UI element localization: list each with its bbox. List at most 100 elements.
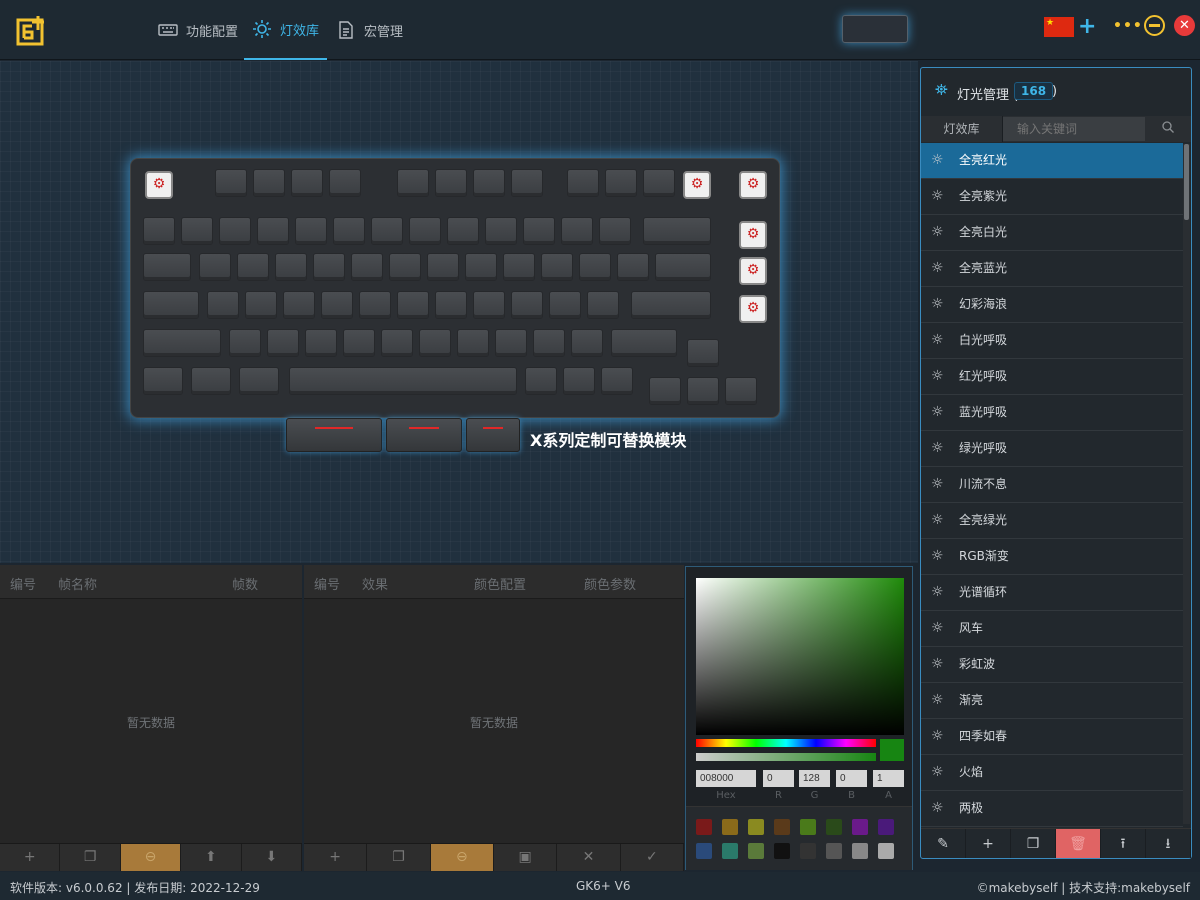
keyboard-key[interactable] xyxy=(541,253,573,281)
keyboard-key[interactable] xyxy=(457,329,489,357)
delete-effect-button[interactable]: ⊖ xyxy=(430,844,494,871)
hue-slider[interactable] xyxy=(696,739,876,747)
light-effect-item[interactable]: ☼ 火焰 xyxy=(921,755,1183,791)
tab-macro-management[interactable]: 宏管理 xyxy=(336,0,403,60)
delete-light-effect-button[interactable]: 🗑 xyxy=(1056,829,1101,858)
spare-key[interactable] xyxy=(386,418,462,452)
keyboard-key[interactable] xyxy=(219,217,251,245)
color-swatch[interactable] xyxy=(774,819,790,835)
macro-key[interactable]: ⚙ xyxy=(739,295,767,323)
keyboard-key[interactable] xyxy=(435,169,467,197)
color-swatch[interactable] xyxy=(878,843,894,859)
keyboard-key[interactable] xyxy=(359,291,391,319)
keyboard-key[interactable] xyxy=(409,217,441,245)
keyboard-key[interactable] xyxy=(389,253,421,281)
keyboard-key[interactable] xyxy=(567,169,599,197)
g-input[interactable] xyxy=(799,770,830,787)
keyboard-key[interactable] xyxy=(511,291,543,319)
move-up-button[interactable]: ⬆ xyxy=(181,844,242,871)
copy-frame-button[interactable]: ❐ xyxy=(60,844,121,871)
keyboard-key[interactable] xyxy=(329,169,361,197)
search-input[interactable] xyxy=(1003,117,1145,141)
light-effect-item[interactable]: ☼ 四季如春 xyxy=(921,719,1183,755)
light-effect-item[interactable]: ☼ 全亮蓝光 xyxy=(921,251,1183,287)
keyboard-key[interactable] xyxy=(199,253,231,281)
keyboard-key[interactable] xyxy=(643,169,675,197)
keyboard-key[interactable] xyxy=(143,291,199,319)
keyboard-key[interactable] xyxy=(561,217,593,245)
light-effect-item[interactable]: ☼ 全亮白光 xyxy=(921,215,1183,251)
keyboard-key[interactable] xyxy=(605,169,637,197)
spare-key[interactable] xyxy=(286,418,382,452)
color-swatch[interactable] xyxy=(852,843,868,859)
keyboard-key[interactable] xyxy=(397,169,429,197)
keyboard-key[interactable] xyxy=(237,253,269,281)
light-effect-item[interactable]: ☼ 渐亮 xyxy=(921,683,1183,719)
keyboard-key[interactable] xyxy=(649,377,681,405)
light-effect-item[interactable]: ☼ 全亮紫光 xyxy=(921,179,1183,215)
light-effect-item[interactable]: ☼ 光谱循环 xyxy=(921,575,1183,611)
light-effect-item[interactable]: ☼ 风车 xyxy=(921,611,1183,647)
r-input[interactable] xyxy=(763,770,794,787)
keyboard-key[interactable] xyxy=(291,169,323,197)
tab-function-config[interactable]: 功能配置 xyxy=(158,0,238,60)
tab-light-library[interactable]: 灯效库 xyxy=(244,0,327,60)
color-swatch[interactable] xyxy=(878,819,894,835)
macro-key[interactable]: ⚙ xyxy=(145,171,173,199)
light-effect-item[interactable]: ☼ 白光呼吸 xyxy=(921,323,1183,359)
macro-key[interactable]: ⚙ xyxy=(683,171,711,199)
add-effect-button[interactable]: + xyxy=(304,844,368,871)
add-device-button[interactable]: + xyxy=(1078,14,1096,40)
keyboard-key[interactable] xyxy=(351,253,383,281)
keyboard-key[interactable] xyxy=(427,253,459,281)
keyboard-key[interactable] xyxy=(725,377,757,405)
alpha-slider[interactable] xyxy=(696,753,876,761)
color-swatch[interactable] xyxy=(722,819,738,835)
keyboard-key[interactable] xyxy=(181,217,213,245)
color-swatch[interactable] xyxy=(748,843,764,859)
close-icon[interactable]: ✕ xyxy=(1174,15,1195,36)
keyboard-key[interactable] xyxy=(283,291,315,319)
keyboard-key[interactable] xyxy=(511,169,543,197)
copy-light-effect-button[interactable]: ❐ xyxy=(1011,829,1056,858)
keyboard-key[interactable] xyxy=(143,367,183,395)
b-input[interactable] xyxy=(836,770,867,787)
download-effect-button[interactable]: ⭳ xyxy=(1146,829,1191,858)
keyboard-key[interactable] xyxy=(655,253,711,281)
keyboard-key[interactable] xyxy=(643,217,711,245)
macro-key[interactable]: ⚙ xyxy=(739,257,767,285)
light-effect-item[interactable]: ☼ 彩虹波 xyxy=(921,647,1183,683)
color-swatch[interactable] xyxy=(800,843,816,859)
keyboard-key[interactable] xyxy=(571,329,603,357)
upload-effect-button[interactable]: ⭱ xyxy=(1101,829,1146,858)
keyboard-key[interactable] xyxy=(275,253,307,281)
light-effect-item[interactable]: ☼ 蓝光呼吸 xyxy=(921,395,1183,431)
keyboard-key[interactable] xyxy=(143,217,175,245)
keyboard-key[interactable] xyxy=(143,253,191,281)
keyboard-key[interactable] xyxy=(579,253,611,281)
light-effect-item[interactable]: ☼ 两极 xyxy=(921,791,1183,827)
keyboard-key[interactable] xyxy=(473,291,505,319)
search-icon[interactable] xyxy=(1161,120,1177,136)
hex-input[interactable] xyxy=(696,770,756,787)
add-frame-button[interactable]: + xyxy=(0,844,61,871)
keyboard-key[interactable] xyxy=(419,329,451,357)
add-light-effect-button[interactable]: + xyxy=(966,829,1011,858)
keyboard-key[interactable] xyxy=(371,217,403,245)
color-swatch[interactable] xyxy=(722,843,738,859)
confirm-effect-button[interactable]: ✓ xyxy=(621,844,684,871)
keyboard-key[interactable] xyxy=(321,291,353,319)
keyboard-key[interactable] xyxy=(245,291,277,319)
keyboard-key[interactable] xyxy=(313,253,345,281)
keyboard-key[interactable] xyxy=(587,291,619,319)
light-effect-item[interactable]: ☼ RGB渐变 xyxy=(921,539,1183,575)
color-swatch[interactable] xyxy=(696,843,712,859)
keyboard-key[interactable] xyxy=(305,329,337,357)
light-effect-item[interactable]: ☼ 红光呼吸 xyxy=(921,359,1183,395)
keyboard-key[interactable] xyxy=(143,329,221,357)
keyboard-key[interactable] xyxy=(495,329,527,357)
play-effect-button[interactable]: ▣ xyxy=(494,844,558,871)
light-effect-item[interactable]: ☼ 川流不息 xyxy=(921,467,1183,503)
spare-key[interactable] xyxy=(466,418,520,452)
color-swatch[interactable] xyxy=(696,819,712,835)
